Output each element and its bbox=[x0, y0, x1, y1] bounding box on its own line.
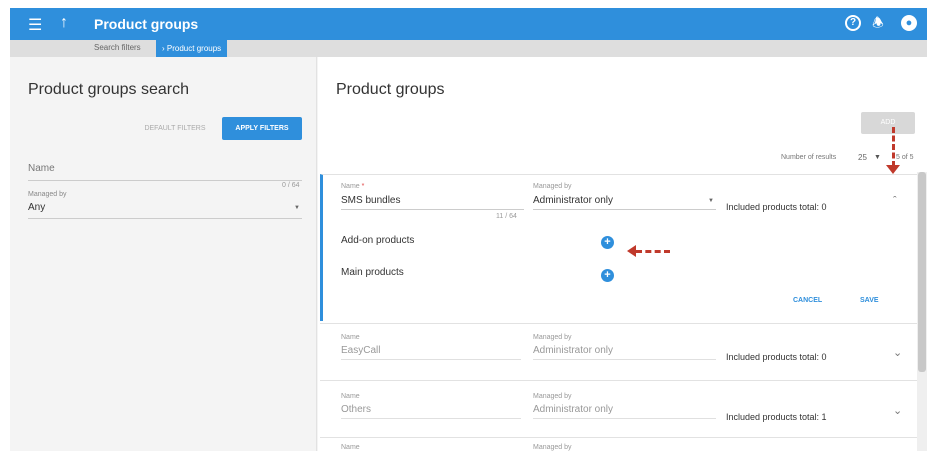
results-count-label: Number of results bbox=[781, 154, 837, 161]
collapse-chevron-icon[interactable]: ˆ bbox=[893, 195, 897, 207]
add-button[interactable]: ADD bbox=[861, 112, 915, 134]
main-products-label: Main products bbox=[341, 267, 404, 278]
group-card[interactable]: Name EasyCall Managed by Administrator o… bbox=[320, 323, 917, 377]
default-filters-button[interactable]: DEFAULT FILTERS bbox=[135, 119, 215, 139]
group-card[interactable]: Name Managed by bbox=[320, 437, 917, 451]
apply-filters-button[interactable]: APPLY FILTERS bbox=[222, 117, 302, 140]
search-panel: Product groups search DEFAULT FILTERS AP… bbox=[10, 57, 317, 451]
results-range: 5 of 5 bbox=[896, 154, 914, 161]
expand-chevron-icon[interactable]: ⌄ bbox=[893, 346, 902, 359]
annotation-arrow-down bbox=[892, 127, 895, 167]
group-name-counter: 11 / 64 bbox=[496, 213, 517, 220]
group-managed-by-value: Administrator only bbox=[533, 195, 614, 206]
group-name-value: EasyCall bbox=[341, 345, 521, 360]
group-managed-by-label: Managed by bbox=[533, 334, 572, 341]
group-included-total: Included products total: 1 bbox=[726, 412, 827, 422]
add-addon-product-icon[interactable]: + bbox=[601, 236, 614, 249]
group-card[interactable]: Name Others Managed by Administrator onl… bbox=[320, 380, 917, 434]
group-included-total: Included products total: 0 bbox=[726, 352, 827, 362]
dropdown-arrow-icon: ▼ bbox=[708, 198, 714, 204]
breadcrumb-current-label: Product groups bbox=[166, 44, 222, 53]
user-icon[interactable]: ● bbox=[901, 15, 917, 31]
results-panel: Product groups ADD Number of results 25 … bbox=[318, 57, 927, 451]
page-size-select[interactable]: 25 bbox=[858, 153, 867, 162]
annotation-arrow-left-head bbox=[627, 245, 636, 257]
scrollbar-thumb[interactable] bbox=[918, 172, 926, 372]
name-filter-input[interactable]: Name bbox=[28, 163, 302, 181]
managed-by-filter-select[interactable]: Any ▼ bbox=[28, 202, 302, 219]
group-name-value: Others bbox=[341, 404, 521, 419]
group-name-label-text: Name bbox=[341, 183, 360, 190]
bell-icon[interactable]: 🕭 bbox=[870, 15, 886, 31]
cancel-button[interactable]: CANCEL bbox=[793, 297, 822, 304]
add-main-product-icon[interactable]: + bbox=[601, 269, 614, 282]
group-managed-by-label: Managed by bbox=[533, 393, 572, 400]
group-managed-by-value: Administrator only bbox=[533, 404, 716, 419]
group-managed-by-select[interactable]: Administrator only ▼ bbox=[533, 195, 716, 210]
managed-by-filter-value: Any bbox=[28, 202, 46, 213]
page-title: Product groups bbox=[94, 16, 199, 32]
name-filter-counter: 0 / 64 bbox=[282, 182, 300, 189]
help-icon[interactable]: ? bbox=[845, 15, 861, 31]
annotation-arrow-left bbox=[636, 250, 670, 253]
addon-products-label: Add-on products bbox=[341, 235, 415, 246]
arrow-up-icon[interactable]: ↑ bbox=[60, 14, 68, 32]
group-name-label: Name bbox=[341, 444, 360, 451]
search-panel-title: Product groups search bbox=[28, 81, 189, 98]
hamburger-icon[interactable]: ☰ bbox=[28, 15, 42, 35]
results-scrollbar[interactable] bbox=[917, 172, 927, 451]
app-frame: ☰ ↑ Product groups ? 🕭 ● Search filters … bbox=[10, 8, 927, 451]
top-bar: ☰ ↑ Product groups ? 🕭 ● bbox=[10, 8, 927, 40]
group-managed-by-label: Managed by bbox=[533, 183, 572, 190]
breadcrumb: Search filters › Product groups bbox=[10, 40, 927, 57]
save-button[interactable]: SAVE bbox=[860, 297, 879, 304]
expand-chevron-icon[interactable]: ⌄ bbox=[893, 404, 902, 417]
group-included-total: Included products total: 0 bbox=[726, 202, 827, 212]
group-name-label: Name bbox=[341, 334, 360, 341]
chevron-right-icon: › bbox=[162, 44, 165, 53]
group-managed-by-label: Managed by bbox=[533, 444, 572, 451]
results-panel-title: Product groups bbox=[336, 81, 445, 98]
annotation-arrow-down-head bbox=[886, 165, 900, 174]
required-mark: * bbox=[361, 183, 365, 190]
breadcrumb-product-groups[interactable]: › Product groups bbox=[156, 40, 228, 57]
dropdown-arrow-icon: ▼ bbox=[294, 205, 300, 211]
page-size-dropdown-icon[interactable]: ▼ bbox=[874, 154, 881, 161]
group-name-label: Name * bbox=[341, 183, 364, 190]
group-managed-by-value: Administrator only bbox=[533, 345, 716, 360]
managed-by-filter-label: Managed by bbox=[28, 191, 67, 198]
group-name-label: Name bbox=[341, 393, 360, 400]
group-name-input[interactable]: SMS bundles bbox=[341, 195, 524, 210]
group-card-editing: Name * SMS bundles 11 / 64 Managed by Ad… bbox=[320, 174, 917, 321]
breadcrumb-search-filters[interactable]: Search filters bbox=[94, 43, 141, 52]
